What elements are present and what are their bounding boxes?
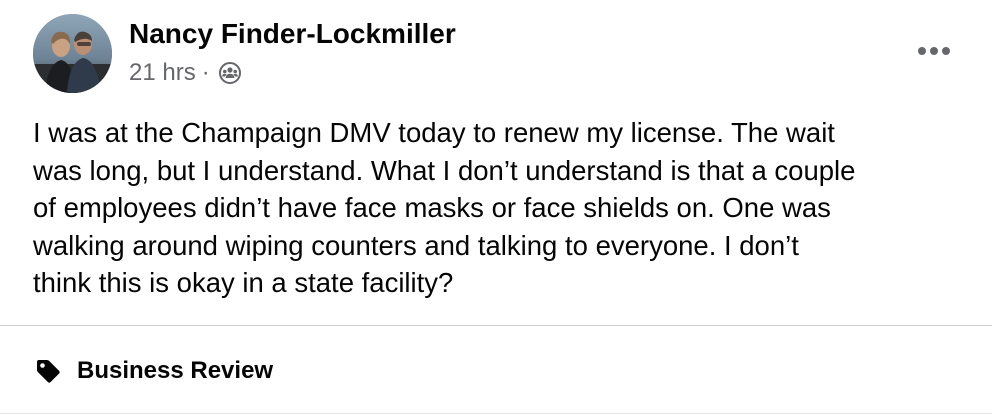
post-meta: 21 hrs · [129,58,242,88]
post-body-line: think this is okay in a state facility? [33,267,454,298]
post-tag[interactable]: Business Review [33,354,273,388]
section-divider [0,325,992,326]
author-avatar[interactable] [33,14,112,93]
author-name[interactable]: Nancy Finder-Lockmiller [129,17,456,51]
post-body-line: was long, but I understand. What I don’t… [33,154,856,186]
post-body-line: of employees didn’t have face masks or f… [33,192,831,223]
post-timestamp[interactable]: 21 hrs [129,59,196,87]
meta-separator: · [201,59,210,86]
tag-label: Business Review [77,357,274,384]
post-body: I was at the Champaign DMV today to rene… [33,114,973,302]
bottom-divider [0,413,992,414]
post-card: Nancy Finder-Lockmiller 21 hrs · I was a… [0,0,992,416]
avatar-photo [33,14,112,93]
more-options-icon [918,47,950,55]
post-body-line: walking around wiping counters and talki… [33,229,799,261]
tag-icon [33,356,63,386]
post-body-line: I was at the Champaign DMV today to rene… [33,117,835,148]
more-options-button[interactable] [906,36,962,66]
post-header: Nancy Finder-Lockmiller 21 hrs · [0,0,992,100]
group-audience-icon[interactable] [218,61,242,85]
